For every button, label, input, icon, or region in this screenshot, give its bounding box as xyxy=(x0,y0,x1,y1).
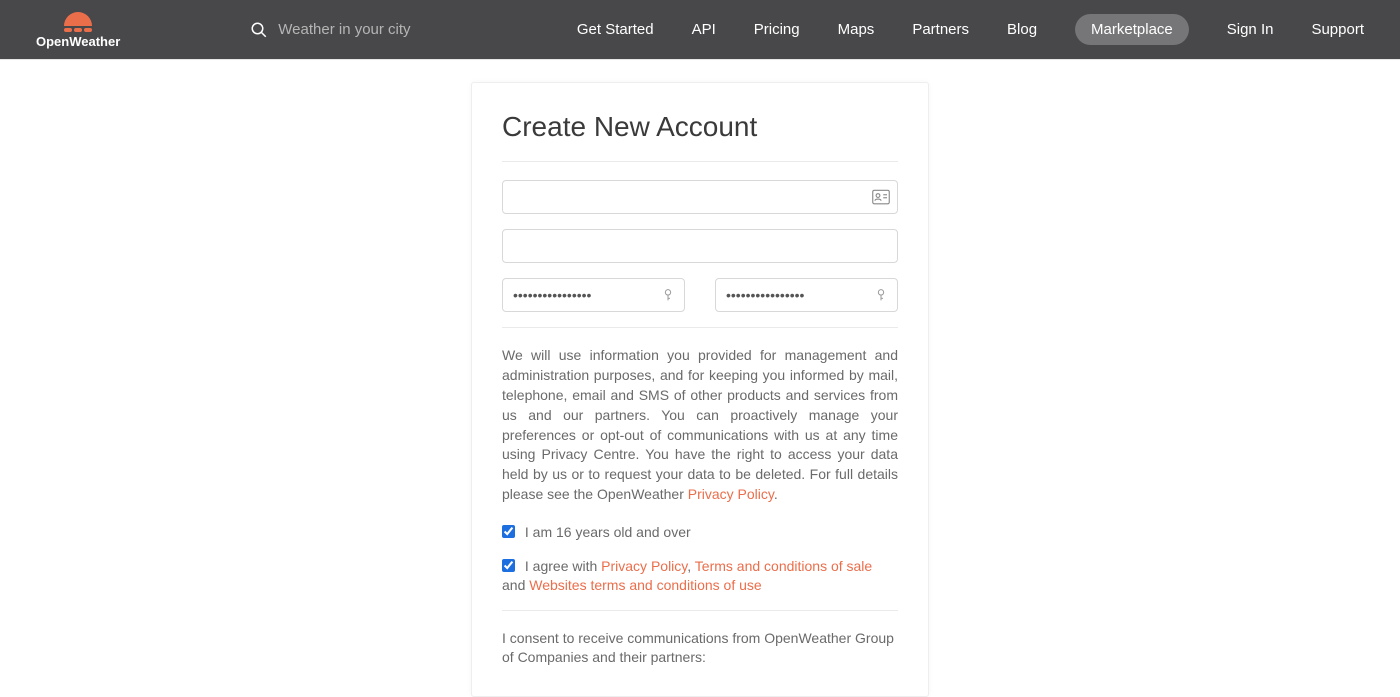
age-label: I am 16 years old and over xyxy=(525,524,691,540)
agree-terms-use-link[interactable]: Websites terms and conditions of use xyxy=(529,577,761,593)
agree-checkbox[interactable] xyxy=(502,559,515,572)
key-icon xyxy=(872,287,890,303)
username-field[interactable] xyxy=(502,180,898,214)
search xyxy=(250,21,458,39)
brand-name: OpenWeather xyxy=(36,34,120,49)
nav-marketplace[interactable]: Marketplace xyxy=(1075,14,1189,45)
agree-checkbox-row[interactable]: I agree with Privacy Policy, Terms and c… xyxy=(502,557,898,596)
divider xyxy=(502,161,898,162)
agree-privacy-link[interactable]: Privacy Policy xyxy=(601,558,687,574)
logo[interactable]: OpenWeather xyxy=(36,10,120,49)
signup-card: Create New Account xyxy=(471,82,929,697)
search-icon xyxy=(250,21,268,39)
info-text: We will use information you provided for… xyxy=(502,346,898,505)
header: OpenWeather Get Started API Pricing Maps… xyxy=(0,0,1400,60)
nav: Get Started API Pricing Maps Partners Bl… xyxy=(577,14,1364,45)
password-confirm-field[interactable] xyxy=(715,278,898,312)
email-field[interactable] xyxy=(502,229,898,263)
nav-blog[interactable]: Blog xyxy=(1007,21,1037,38)
page-title: Create New Account xyxy=(502,111,898,143)
divider xyxy=(502,327,898,328)
nav-pricing[interactable]: Pricing xyxy=(754,21,800,38)
nav-get-started[interactable]: Get Started xyxy=(577,21,654,38)
divider xyxy=(502,610,898,611)
password-field[interactable] xyxy=(502,278,685,312)
nav-api[interactable]: API xyxy=(692,21,716,38)
nav-maps[interactable]: Maps xyxy=(838,21,875,38)
contact-card-icon xyxy=(872,189,890,205)
age-checkbox-row[interactable]: I am 16 years old and over xyxy=(502,523,898,543)
consent-text: I consent to receive communications from… xyxy=(502,629,898,668)
age-checkbox[interactable] xyxy=(502,525,515,538)
privacy-policy-link[interactable]: Privacy Policy xyxy=(688,486,774,502)
main: Create New Account xyxy=(0,60,1400,697)
logo-icon xyxy=(58,10,98,32)
agree-terms-sale-link[interactable]: Terms and conditions of sale xyxy=(695,558,872,574)
nav-partners[interactable]: Partners xyxy=(912,21,969,38)
nav-sign-in[interactable]: Sign In xyxy=(1227,21,1274,38)
search-input[interactable] xyxy=(278,21,458,38)
nav-support[interactable]: Support xyxy=(1311,21,1364,38)
key-icon xyxy=(659,287,677,303)
